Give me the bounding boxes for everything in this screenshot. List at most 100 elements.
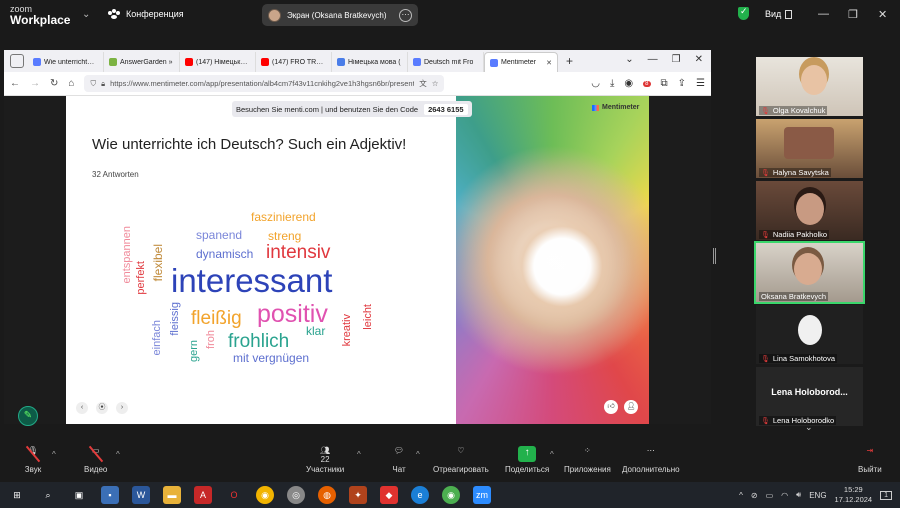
reload-icon[interactable]: ↻ xyxy=(50,78,58,89)
video-options-caret[interactable]: ^ xyxy=(116,450,120,459)
browser-app-icon[interactable]: ◎ xyxy=(287,486,305,504)
extension-badge[interactable]: 8 xyxy=(643,80,651,87)
panel-splitter[interactable] xyxy=(713,248,716,264)
browser-tab-active[interactable]: Mentimeter ✕ xyxy=(484,52,558,72)
annotate-icon[interactable]: ✎ xyxy=(18,406,38,426)
extensions-icon[interactable]: ⧉ xyxy=(661,78,668,89)
close-icon[interactable]: ✕ xyxy=(695,54,703,65)
prev-slide-icon[interactable]: ‹ xyxy=(76,402,88,414)
word-icon[interactable]: W xyxy=(132,486,150,504)
share-label: Экран (Oksana Bratkevych) xyxy=(287,10,387,20)
word-leicht: leicht xyxy=(362,304,374,330)
video-label: Видео xyxy=(84,465,108,474)
windows-start-icon[interactable]: ⊞ xyxy=(8,486,26,504)
participant-tile[interactable]: 🎙︎ Nadiia Pakholko xyxy=(756,181,863,240)
browser-tab[interactable]: (147) FRO TRAILE xyxy=(256,52,332,72)
browser-tab[interactable]: Wie unterrichte ic xyxy=(28,52,104,72)
forward-icon[interactable]: → xyxy=(30,78,40,89)
participants-count: 22 xyxy=(320,455,330,464)
view-button[interactable]: Вид xyxy=(765,9,793,19)
tray-app-icon[interactable]: ⊘ xyxy=(751,491,758,500)
scroll-down-icon[interactable]: ⌄ xyxy=(805,422,813,433)
save-app-icon[interactable]: ▪ xyxy=(101,486,119,504)
browser-tab[interactable]: Німецька мова ( xyxy=(332,52,408,72)
browser-tab[interactable]: AnswerGarden » xyxy=(104,52,180,72)
back-icon[interactable]: ← xyxy=(10,78,20,89)
participant-tile-active[interactable]: Oksana Bratkevych xyxy=(754,241,865,304)
share-options-caret[interactable]: ^ xyxy=(550,450,554,459)
opera-icon[interactable]: O xyxy=(225,486,243,504)
new-tab-icon[interactable]: + xyxy=(566,54,573,68)
share-button[interactable]: ↑ Поделиться xyxy=(505,446,549,474)
pocket-icon[interactable]: ◡ xyxy=(591,78,600,89)
participant-video xyxy=(796,193,824,225)
participant-tile[interactable]: 🎙︎ Halyna Savytska xyxy=(756,119,863,178)
participant-tile[interactable]: 🎙︎ Olga Kovalchuk xyxy=(756,57,863,116)
tab-list-icon[interactable]: ⌄ xyxy=(625,54,633,65)
more-icon[interactable]: ··· xyxy=(399,8,412,22)
address-bar[interactable]: ⛉ 🔒︎ https://www.mentimeter.com/app/pres… xyxy=(84,75,445,92)
wifi-icon[interactable]: ◠ xyxy=(781,491,788,500)
screen-share-indicator[interactable]: Экран (Oksana Bratkevych) ··· xyxy=(262,4,418,26)
chat-button[interactable]: 💬︎ Чат xyxy=(390,446,408,474)
tab-overview-icon[interactable] xyxy=(10,54,24,68)
minimize-icon[interactable]: — xyxy=(818,8,829,20)
pdf-icon[interactable]: A xyxy=(194,486,212,504)
shield-icon[interactable] xyxy=(738,6,749,20)
network-icon[interactable]: ▭ xyxy=(766,491,774,500)
tray-chevron-icon[interactable]: ^ xyxy=(739,491,743,500)
location-icon[interactable]: ⦿ xyxy=(96,402,108,414)
bookmark-star-icon[interactable]: ☆ xyxy=(432,79,439,88)
participants-options-caret[interactable]: ^ xyxy=(357,450,361,459)
zoom-app-icon[interactable]: zm xyxy=(473,486,491,504)
menu-icon[interactable]: ☰ xyxy=(696,78,705,89)
chrome-icon[interactable]: ◉ xyxy=(256,486,274,504)
word-gern: gern xyxy=(188,340,200,363)
folder-icon[interactable]: ▬ xyxy=(163,486,181,504)
chevron-down-icon[interactable]: ⌄ xyxy=(82,9,90,20)
participants-button[interactable]: 👥︎ 22 Участники xyxy=(306,446,344,474)
thumbs-up-icon[interactable]: 👍︎ xyxy=(604,400,618,414)
translate-icon[interactable]: 文 xyxy=(419,78,427,89)
close-icon[interactable]: ✕ xyxy=(878,8,887,21)
chat-options-caret[interactable]: ^ xyxy=(416,450,420,459)
firefox-icon[interactable]: ◍ xyxy=(318,486,336,504)
leave-button[interactable]: ⇥ Выйти xyxy=(858,446,882,474)
restore-icon[interactable]: ❐ xyxy=(672,54,681,65)
browser-tab[interactable]: (147) Німецька м xyxy=(180,52,256,72)
apps-button[interactable]: ⁘ Приложения xyxy=(564,446,611,474)
conference-info[interactable]: Конференция xyxy=(108,9,184,19)
tab-label: Deutsch mit Fro xyxy=(424,58,474,66)
home-icon[interactable]: ⌂ xyxy=(68,78,74,89)
volume-icon[interactable]: 🔊︎ xyxy=(796,490,801,500)
more-button[interactable]: ⋯ Дополнительно xyxy=(622,446,680,474)
account-icon[interactable]: ◉ xyxy=(624,78,633,89)
minimize-icon[interactable]: — xyxy=(648,54,658,65)
edge-icon[interactable]: e xyxy=(411,486,429,504)
participant-tile[interactable]: 🎙︎ Lina Samokhotova xyxy=(756,305,863,364)
app-icon[interactable]: ✦ xyxy=(349,486,367,504)
next-slide-icon[interactable]: › xyxy=(116,402,128,414)
clock[interactable]: 15:29 17.12.2024 xyxy=(835,485,873,505)
participant-tile[interactable]: Lena Holoborod... 🎙︎ Lena Holoborodko xyxy=(756,367,863,426)
restore-icon[interactable]: ❐ xyxy=(848,8,858,21)
address-row: ← → ↻ ⌂ ⛉ 🔒︎ https://www.mentimeter.com/… xyxy=(4,72,711,96)
task-view-icon[interactable]: ▣ xyxy=(70,486,88,504)
view-label: Вид xyxy=(765,9,782,19)
react-button[interactable]: ♡ Отреагировать xyxy=(433,446,489,474)
close-tab-icon[interactable]: ✕ xyxy=(546,59,552,67)
language-indicator[interactable]: ENG xyxy=(809,491,826,500)
audio-button[interactable]: 🎙︎ Звук xyxy=(24,446,42,474)
share-icon[interactable]: ⇪ xyxy=(678,78,686,89)
video-button[interactable]: ▭ Видео xyxy=(84,446,107,474)
mic-off-icon: 🎙︎ xyxy=(761,231,770,239)
anydesk-icon[interactable]: ◆ xyxy=(380,486,398,504)
audio-options-caret[interactable]: ^ xyxy=(52,450,56,459)
notifications-icon[interactable]: 1 xyxy=(880,490,892,500)
browser-tab[interactable]: Deutsch mit Fro xyxy=(408,52,484,72)
search-icon[interactable]: ⌕ xyxy=(39,486,57,504)
audience-icon[interactable]: 👤︎ xyxy=(624,400,638,414)
participant-video xyxy=(798,315,822,345)
download-icon[interactable]: ⤓ xyxy=(610,78,614,89)
chrome-profile-icon[interactable]: ◉ xyxy=(442,486,460,504)
